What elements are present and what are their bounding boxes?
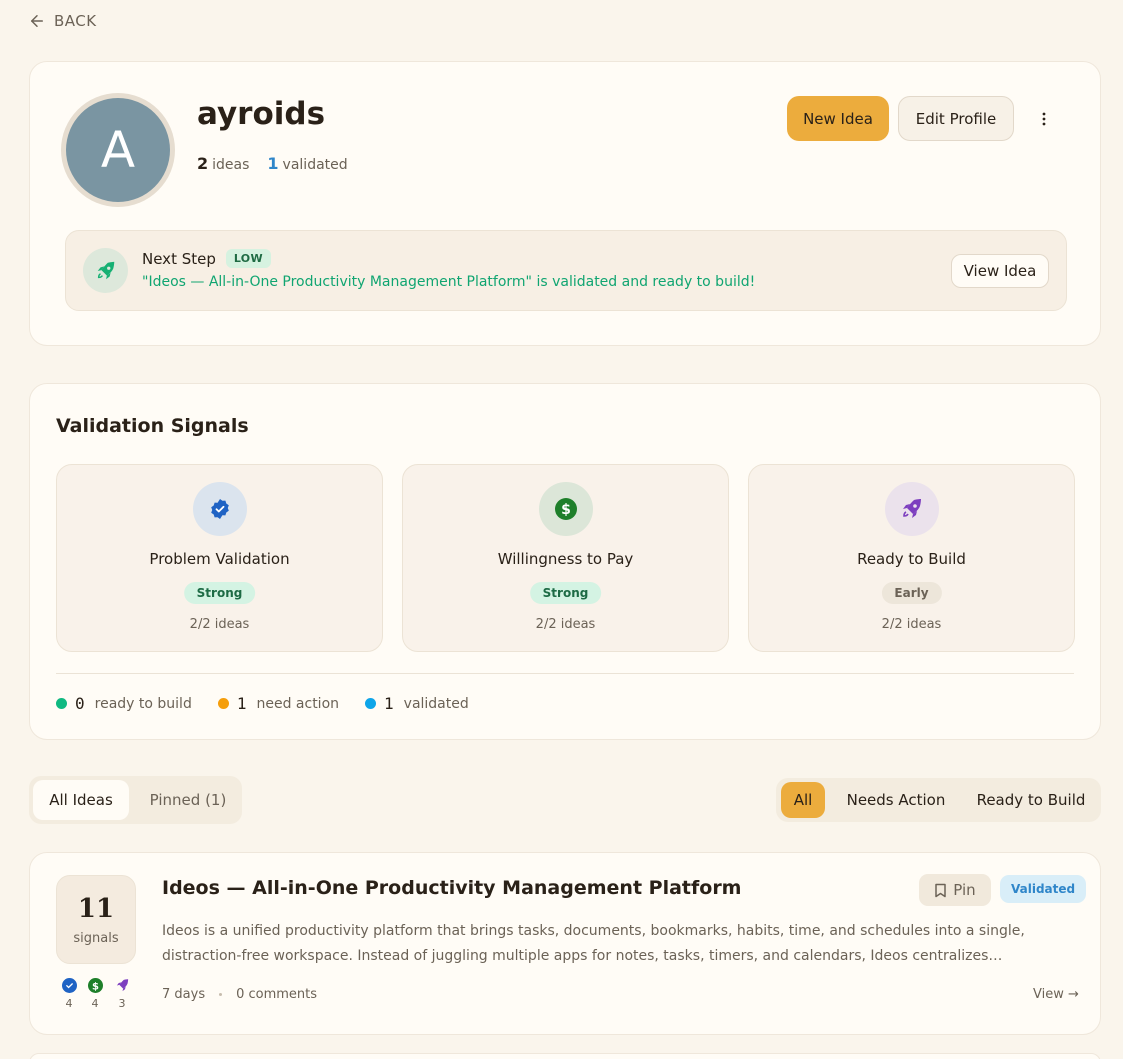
signal-problem-validation: Problem Validation Strong 2/2 ideas — [56, 464, 383, 652]
profile-card: A ayroids 2 ideas 1 validated New Idea Edi… — [29, 61, 1101, 346]
pin-label: Pin — [953, 881, 976, 899]
pin-button[interactable]: Pin — [919, 874, 991, 906]
legend-count: 1 — [236, 694, 247, 713]
mini-signal-pay: $ 4 — [85, 978, 105, 1010]
legend-label: validated — [403, 695, 469, 712]
score-number: 11 — [77, 894, 115, 924]
signal-count: 2/2 ideas — [189, 617, 250, 632]
validation-title: Validation Signals — [56, 415, 249, 437]
ideas-label: ideas — [212, 157, 250, 173]
signal-score: 11 signals — [56, 875, 136, 964]
validated-label: validated — [282, 157, 348, 173]
green-dot-icon — [56, 698, 67, 709]
filter-needs-action[interactable]: Needs Action — [836, 782, 956, 818]
mini-count: 4 — [65, 997, 73, 1010]
new-idea-button[interactable]: New Idea — [787, 96, 889, 141]
legend-label: ready to build — [94, 695, 192, 712]
view-idea-link[interactable]: View → — [1033, 987, 1079, 1002]
profile-stats: 2 ideas 1 validated — [197, 154, 348, 173]
svg-text:$: $ — [561, 502, 571, 518]
idea-age: 7 days — [162, 987, 206, 1002]
signal-label: Ready to Build — [857, 550, 966, 568]
signal-status-badge: Early — [881, 582, 942, 604]
validated-stat: 1 validated — [267, 154, 347, 173]
legend-ready-to-build: 0 ready to build — [56, 694, 192, 713]
bookmark-icon — [935, 883, 947, 897]
dollar-icon: $ — [87, 978, 103, 993]
signal-count: 2/2 ideas — [535, 617, 596, 632]
divider — [56, 673, 1074, 674]
next-step-title: Next Step — [142, 249, 216, 268]
idea-title[interactable]: Ideos — All-in-One Productivity Manageme… — [162, 877, 741, 899]
tab-pinned[interactable]: Pinned (1) — [139, 780, 237, 820]
next-step-panel: Next Step LOW "Ideos — All-in-One Produc… — [65, 230, 1067, 311]
idea-meta: 7 days 0 comments — [162, 987, 317, 1002]
mini-count: 4 — [91, 997, 99, 1010]
idea-card[interactable] — [29, 1053, 1101, 1059]
legend-label: need action — [256, 695, 340, 712]
avatar-letter: A — [66, 98, 170, 202]
status-filter: All Needs Action Ready to Build — [776, 778, 1101, 822]
signal-ready-to-build: Ready to Build Early 2/2 ideas — [748, 464, 1075, 652]
filter-all[interactable]: All — [781, 782, 825, 818]
back-label: BACK — [54, 12, 97, 30]
edit-profile-button[interactable]: Edit Profile — [898, 96, 1014, 141]
score-label: signals — [73, 931, 119, 946]
ideas-tabs: All Ideas Pinned (1) — [29, 776, 242, 824]
legend-need-action: 1 need action — [217, 694, 340, 713]
rocket-icon — [115, 978, 130, 993]
mini-count: 3 — [118, 997, 126, 1010]
signal-label: Willingness to Pay — [497, 550, 634, 568]
signal-status-badge: Strong — [183, 582, 256, 604]
ideas-stat: 2 ideas — [197, 154, 249, 173]
idea-description: Ideos is a unified productivity platform… — [162, 923, 1025, 964]
arrow-left-icon — [31, 15, 43, 27]
signal-willingness-to-pay: $ Willingness to Pay Strong 2/2 ideas — [402, 464, 729, 652]
blue-dot-icon — [365, 698, 377, 709]
status-badge: Validated — [1000, 875, 1087, 903]
signal-count: 2/2 ideas — [881, 617, 942, 632]
signal-icon-wrap — [193, 482, 247, 536]
idea-card[interactable]: 11 signals 4 $ 4 3 Ideos — All-in-One Pr… — [29, 852, 1101, 1035]
signal-label: Problem Validation — [149, 550, 290, 568]
next-step-icon-wrap — [83, 248, 128, 293]
orange-dot-icon — [217, 698, 229, 709]
view-idea-button[interactable]: View Idea — [951, 254, 1049, 288]
priority-badge: LOW — [225, 249, 271, 268]
avatar: A — [61, 93, 175, 207]
validation-card: Validation Signals Problem Validation St… — [29, 383, 1101, 740]
mini-signal-problem: 4 — [59, 978, 79, 1010]
rocket-icon — [903, 499, 921, 518]
back-link[interactable]: BACK — [28, 12, 97, 30]
signal-status-badge: Strong — [529, 582, 602, 604]
ideas-count: 2 — [197, 154, 209, 173]
filter-ready-to-build[interactable]: Ready to Build — [968, 782, 1094, 818]
next-step-header: Next Step LOW — [142, 249, 271, 268]
separator-dot — [219, 993, 223, 996]
more-options-button[interactable] — [1030, 107, 1058, 131]
signal-icon-wrap: $ — [539, 482, 593, 536]
legend-count: 0 — [75, 694, 85, 713]
tab-all-ideas[interactable]: All Ideas — [33, 780, 129, 820]
more-vertical-icon — [1042, 112, 1046, 126]
rocket-icon — [97, 261, 114, 279]
dollar-icon: $ — [555, 498, 577, 520]
idea-comments[interactable]: 0 comments — [236, 987, 317, 1002]
next-step-message: "Ideos — All-in-One Productivity Managem… — [142, 274, 756, 290]
username: ayroids — [197, 96, 326, 132]
svg-text:$: $ — [92, 982, 99, 992]
legend-count: 1 — [384, 694, 394, 713]
signal-icon-wrap — [885, 482, 939, 536]
verified-badge-icon — [61, 978, 77, 993]
validated-count: 1 — [267, 154, 279, 173]
verified-badge-icon — [211, 499, 229, 519]
status-legend: 0 ready to build 1 need action 1 validat… — [56, 694, 469, 713]
mini-signal-build: 3 — [112, 978, 132, 1010]
legend-validated: 1 validated — [365, 694, 469, 713]
